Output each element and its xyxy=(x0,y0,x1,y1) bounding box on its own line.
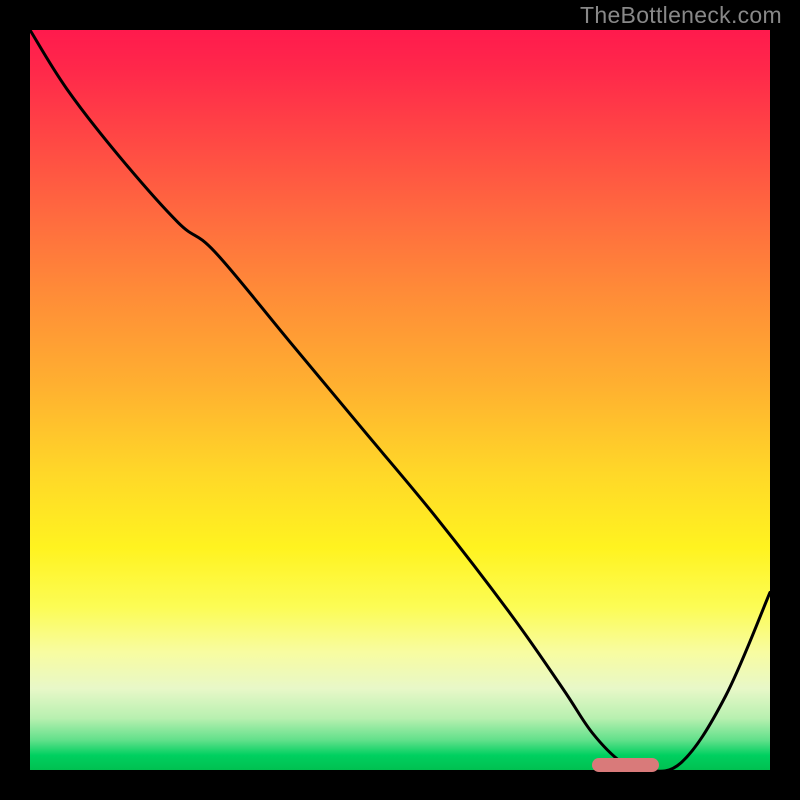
watermark-text: TheBottleneck.com xyxy=(580,2,782,29)
chart-plot-area xyxy=(30,30,770,770)
bottleneck-curve xyxy=(30,30,770,770)
optimal-range-marker xyxy=(592,758,659,772)
